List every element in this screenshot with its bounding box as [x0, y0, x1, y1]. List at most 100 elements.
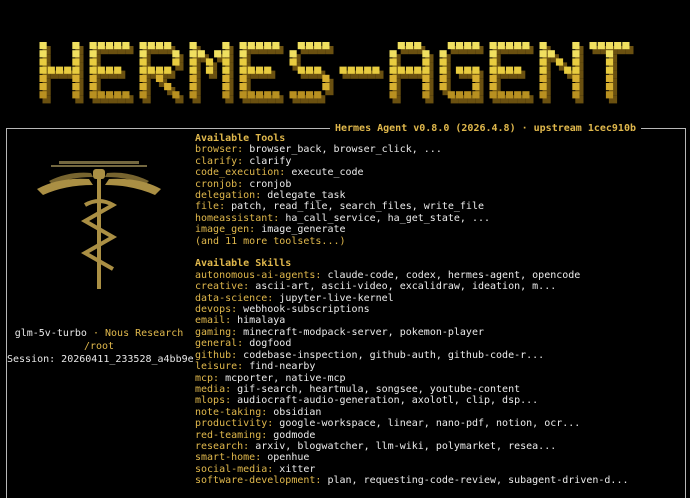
banner-pixel: [422, 58, 430, 66]
skill-row: media: gif-search, heartmula, songsee, y…: [195, 384, 683, 395]
tool-names: delegate_task: [261, 190, 346, 202]
banner-pixel: [489, 58, 497, 66]
banner-pixel: [539, 83, 547, 91]
banner-pixel: [422, 50, 430, 58]
banner-pixel: [189, 91, 197, 99]
skill-names: audiocraft-audio-generation, axolotl, cl…: [231, 395, 539, 407]
banner-pixel: [539, 42, 547, 50]
banner-pixel: [247, 66, 255, 74]
tool-category: image_gen:: [195, 224, 256, 236]
skill-row: social-media: xitter: [195, 464, 683, 475]
tools-section-title: Available Tools: [195, 133, 286, 144]
tool-row: code_execution: execute_code: [195, 167, 683, 178]
banner-pixel: [547, 50, 555, 58]
skill-names: gif-search, heartmula, songsee, youtube-…: [231, 383, 521, 395]
banner-pixel: [405, 66, 414, 74]
skill-category: autonomous-ai-agents:: [195, 269, 322, 281]
skill-row: gaming: minecraft-modpack-server, pokemo…: [195, 327, 683, 338]
banner-pixel: [239, 66, 247, 74]
skill-category: general:: [195, 338, 244, 350]
tool-names: ha_call_service, ha_get_state, ...: [279, 212, 491, 224]
skill-names: webhook-subscriptions: [237, 304, 370, 316]
banner-pixel: [322, 42, 330, 50]
banner-pixel: [497, 42, 505, 50]
banner-pixel: [189, 58, 197, 66]
skill-category: creative:: [195, 281, 250, 293]
banner-pixel: [39, 91, 47, 99]
banner-pixel: [322, 74, 330, 82]
banner-pixel: [455, 91, 464, 99]
banner-pixel: [39, 74, 47, 82]
banner-pixel: [605, 58, 614, 66]
tool-category: file:: [195, 201, 226, 213]
banner-pixel: [489, 83, 497, 91]
skill-row: general: dogfood: [195, 338, 683, 349]
banner-pixel: [189, 66, 197, 74]
banner-pixel: [414, 42, 422, 50]
banner-pixel: [422, 66, 430, 74]
skill-category: gaming:: [195, 326, 238, 338]
skill-row: github: codebase-inspection, github-auth…: [195, 350, 683, 361]
banner-pixel: [539, 74, 547, 82]
banner-pixel: [514, 66, 522, 74]
tool-row: file: patch, read_file, search_files, wr…: [195, 201, 683, 212]
banner-pixel: [464, 42, 472, 50]
banner-pixel: [522, 91, 530, 99]
skill-names: godmode: [267, 429, 316, 441]
more-toolsets-note: (and 11 more toolsets...): [195, 235, 346, 247]
banner-pixel: [264, 66, 272, 74]
banner-pixel: [64, 66, 72, 74]
tool-names: browser_back, browser_click, ...: [243, 144, 442, 156]
banner-pixel: [289, 91, 297, 99]
skill-row: data-science: jupyter-live-kernel: [195, 293, 683, 304]
banner-pixel: [339, 66, 347, 74]
banner-pixel: [239, 42, 247, 50]
banner-pixel: [289, 58, 297, 66]
model-provider-line: glm-5v-turbo · Nous Research: [7, 327, 191, 340]
banner-pixel: [239, 50, 247, 58]
banner-pixel: [314, 66, 322, 74]
skill-names: arxiv, blogwatcher, llm-wiki, polymarket…: [249, 440, 557, 452]
banner-pixel: [589, 42, 597, 50]
skill-row: autonomous-ai-agents: claude-code, codex…: [195, 270, 683, 281]
banner-pixel: [305, 42, 314, 50]
banner-pixel: [414, 66, 422, 74]
banner-pixel: [89, 83, 97, 91]
tool-names: clarify: [243, 155, 292, 167]
banner-pixel: [422, 91, 430, 99]
banner-pixel: [439, 58, 447, 66]
banner-pixel: [197, 50, 205, 58]
banner-pixel: [505, 42, 514, 50]
hermes-agent-banner: [39, 42, 634, 104]
welcome-panel: Hermes Agent v0.8.0 (2026.4.8) · upstrea…: [6, 122, 686, 498]
skill-row: creative: ascii-art, ascii-video, excali…: [195, 281, 683, 292]
banner-pixel: [514, 91, 522, 99]
banner-pixel: [422, 74, 430, 82]
banner-pixel: [172, 50, 180, 58]
banner-pixel: [139, 66, 147, 74]
tool-names: cronjob: [243, 178, 292, 190]
session-info-column: glm-5v-turbo · Nous Research /root Sessi…: [7, 129, 194, 489]
banner-pixel: [39, 50, 47, 58]
banner-pixel: [189, 50, 197, 58]
banner-pixel: [472, 91, 480, 99]
banner-pixel: [455, 66, 464, 74]
banner-pixel: [564, 66, 572, 74]
banner-pixel: [189, 83, 197, 91]
tool-row: clarify: clarify: [195, 156, 683, 167]
banner-pixel: [214, 50, 222, 58]
banner-pixel: [472, 66, 480, 74]
tool-row: cronjob: cronjob: [195, 179, 683, 190]
banner-pixel: [305, 66, 314, 74]
banner-pixel: [255, 66, 264, 74]
banner-pixel: [505, 66, 514, 74]
capabilities-column: Available Tools browser: browser_back, b…: [195, 133, 683, 487]
skill-category: data-science:: [195, 292, 274, 304]
tool-category: clarify:: [195, 155, 244, 167]
skill-names: dogfood: [243, 338, 292, 350]
banner-pixel: [572, 74, 580, 82]
skill-names: xitter: [273, 463, 316, 475]
tool-row: homeassistant: ha_call_service, ha_get_s…: [195, 213, 683, 224]
provider-name: Nous Research: [105, 328, 184, 339]
tool-category: homeassistant:: [195, 212, 280, 224]
